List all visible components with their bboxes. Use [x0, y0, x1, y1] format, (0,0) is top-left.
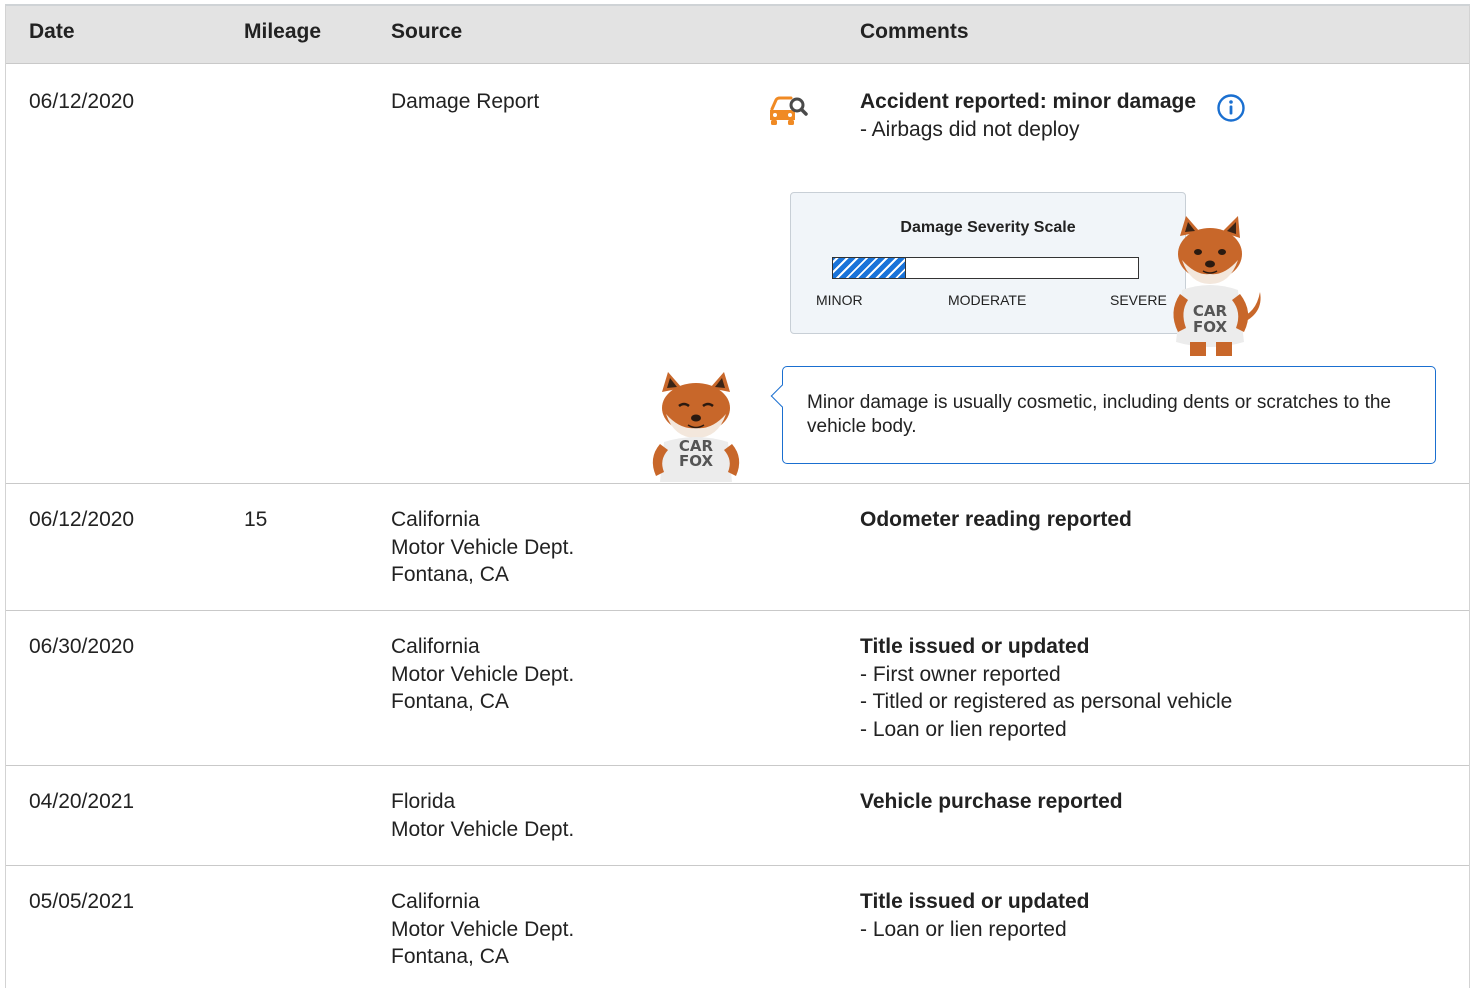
- source-line: Fontana, CA: [391, 563, 509, 586]
- comment-detail: - First owner reported: [860, 662, 1061, 686]
- header-comments: Comments: [860, 20, 969, 43]
- comments-cell: Accident reported: minor damage - Airbag…: [860, 88, 1196, 143]
- source-cell: California Motor Vehicle Dept. Fontana, …: [391, 633, 574, 716]
- fox-shirt-line2: FOX: [679, 452, 713, 470]
- severity-title: Damage Severity Scale: [900, 219, 1076, 236]
- vehicle-history-table: Date Mileage Source Comments 06/12/2020 …: [5, 4, 1470, 988]
- source-line: Motor Vehicle Dept.: [391, 917, 575, 941]
- car-search-icon: [770, 96, 808, 125]
- severity-label-moderate: MODERATE: [948, 292, 1027, 308]
- comment-title: Vehicle purchase reported: [860, 790, 1123, 813]
- tooltip-text: Minor damage is usually cosmetic, includ…: [807, 392, 1391, 437]
- source-line: California: [391, 508, 480, 531]
- info-icon[interactable]: [1216, 93, 1246, 123]
- table-row: 04/20/2021 Florida Motor Vehicle Dept. V…: [6, 766, 1469, 866]
- comment-detail: - Loan or lien reported: [860, 717, 1067, 741]
- table-row: 06/30/2020 California Motor Vehicle Dept…: [6, 611, 1469, 766]
- header-date: Date: [29, 20, 75, 43]
- source-line: California: [391, 890, 480, 913]
- damage-severity-scale: Damage Severity Scale MINOR MODERATE SEV…: [790, 192, 1186, 334]
- severity-label-severe: SEVERE: [1110, 292, 1167, 308]
- date-cell: 06/12/2020: [29, 508, 135, 531]
- header-mileage: Mileage: [244, 20, 322, 43]
- comment-title: Accident reported: minor damage: [860, 90, 1197, 113]
- mileage-cell: 15: [244, 508, 268, 531]
- comment-title: Odometer reading reported: [860, 508, 1132, 531]
- source-line: Fontana, CA: [391, 945, 509, 968]
- comment-detail: - Titled or registered as personal vehic…: [860, 690, 1233, 713]
- source-line: Motor Vehicle Dept.: [391, 535, 575, 559]
- source-cell: Florida Motor Vehicle Dept.: [391, 788, 574, 843]
- severity-bar: [832, 257, 1139, 279]
- fox-mascot-icon: CAR FOX: [652, 372, 740, 482]
- table-header: Date Mileage Source Comments: [6, 6, 1469, 64]
- comments-cell: Title issued or updated - Loan or lien r…: [860, 888, 1089, 943]
- fox-shirt-line2: FOX: [1193, 318, 1227, 336]
- date-cell: 04/20/2021: [29, 790, 135, 813]
- date-cell: 06/30/2020: [29, 635, 135, 658]
- source-line: Motor Vehicle Dept.: [391, 662, 575, 686]
- comment-title: Title issued or updated: [860, 890, 1090, 913]
- source-line: Florida: [391, 790, 456, 813]
- comment-detail: - Airbags did not deploy: [860, 117, 1080, 141]
- severity-tooltip: Minor damage is usually cosmetic, includ…: [770, 366, 1436, 464]
- comments-cell: Title issued or updated - First owner re…: [860, 633, 1232, 743]
- source-line: Damage Report: [391, 90, 540, 113]
- source-line: Fontana, CA: [391, 690, 509, 713]
- comment-detail: - Loan or lien reported: [860, 917, 1067, 941]
- source-cell: California Motor Vehicle Dept. Fontana, …: [391, 506, 574, 589]
- comments-cell: Odometer reading reported: [860, 506, 1132, 534]
- table-row: 06/12/2020 15 California Motor Vehicle D…: [6, 484, 1469, 611]
- date-cell: 06/12/2020: [29, 90, 135, 113]
- comments-cell: Vehicle purchase reported: [860, 788, 1123, 816]
- source-cell: California Motor Vehicle Dept. Fontana, …: [391, 888, 574, 971]
- source-cell: Damage Report: [391, 88, 539, 116]
- header-source: Source: [391, 20, 463, 43]
- table-row: 05/05/2021 California Motor Vehicle Dept…: [6, 866, 1469, 988]
- fox-mascot-icon: CAR FOX: [1173, 216, 1261, 356]
- source-line: California: [391, 635, 480, 658]
- date-cell: 05/05/2021: [29, 890, 135, 913]
- source-line: Motor Vehicle Dept.: [391, 817, 575, 841]
- severity-label-minor: MINOR: [816, 292, 863, 308]
- comment-title: Title issued or updated: [860, 635, 1090, 658]
- severity-fill: [833, 258, 907, 278]
